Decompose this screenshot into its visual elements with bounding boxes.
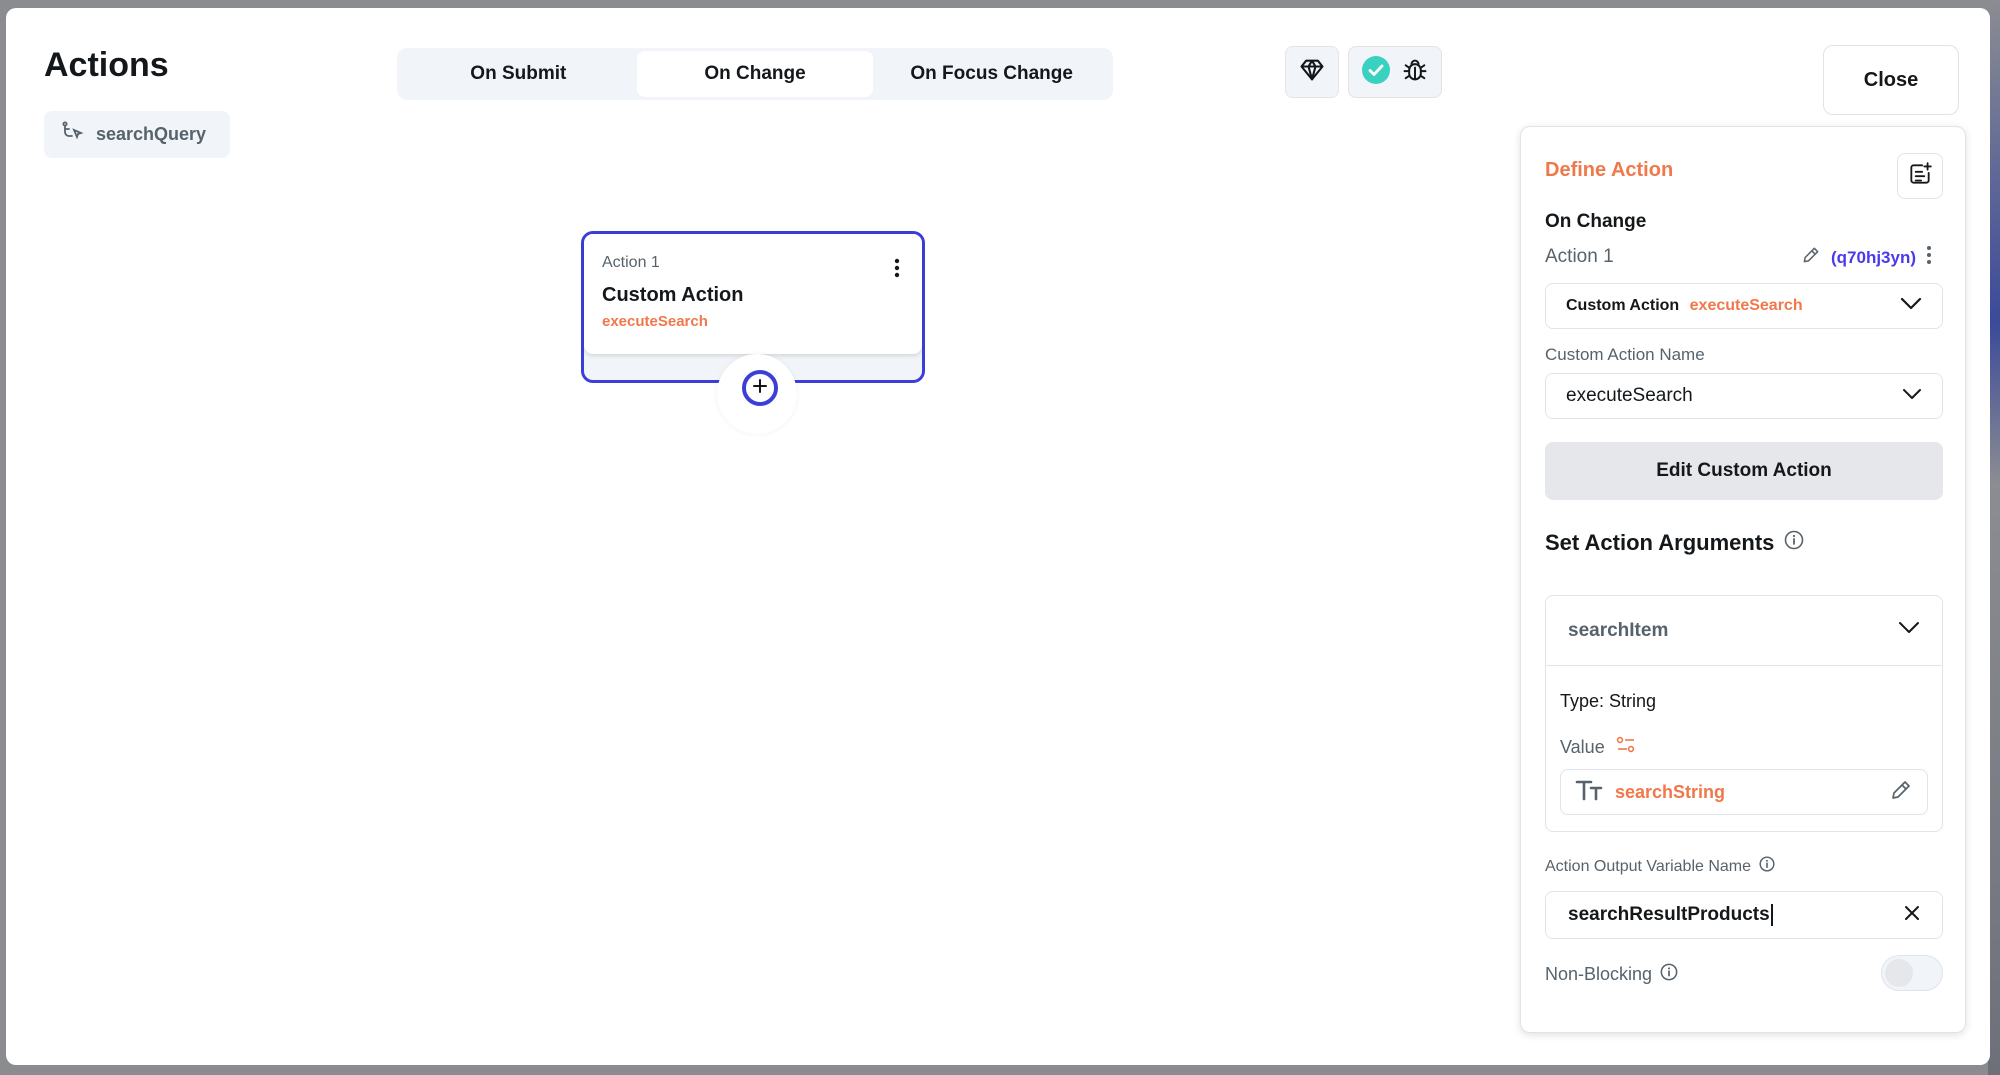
- define-action-panel: Define Action On Change Action 1 (q70hj3…: [1520, 126, 1966, 1033]
- text-type-icon: [1575, 778, 1603, 807]
- argument-name: searchItem: [1568, 619, 1669, 641]
- output-variable-input[interactable]: searchResultProducts: [1545, 891, 1943, 939]
- chevron-down-icon: [1898, 621, 1920, 640]
- widget-chip-label: searchQuery: [96, 124, 207, 144]
- tab-on-submit[interactable]: On Submit: [400, 51, 637, 97]
- widget-tree-icon: [60, 120, 84, 149]
- action-id-row: (q70hj3yn): [1801, 245, 1932, 270]
- non-blocking-label: Non-Blocking: [1545, 964, 1653, 984]
- page-title: Actions: [44, 46, 169, 84]
- argument-value-row: Value: [1560, 734, 1637, 761]
- action-node-index: Action 1: [602, 254, 660, 271]
- info-icon[interactable]: [1784, 530, 1804, 556]
- more-vertical-icon[interactable]: [894, 258, 900, 283]
- close-button[interactable]: Close: [1823, 45, 1959, 115]
- custom-action-name-value: executeSearch: [1566, 385, 1693, 406]
- set-arguments-title: Set Action Arguments: [1545, 530, 1775, 555]
- non-blocking-row: Non-Blocking: [1545, 963, 1678, 986]
- text-cursor: [1770, 904, 1773, 927]
- argument-value: searchString: [1615, 781, 1726, 802]
- actions-modal: Actions searchQuery On Submit On Change …: [6, 8, 1990, 1065]
- tab-on-change[interactable]: On Change: [636, 51, 874, 97]
- output-variable-label: Action Output Variable Name: [1545, 857, 1752, 875]
- argument-header[interactable]: searchItem: [1546, 596, 1942, 666]
- action-node-type: Custom Action: [602, 284, 744, 306]
- status-buttons: [1348, 46, 1442, 98]
- output-variable-value: searchResultProducts: [1568, 903, 1770, 925]
- action-label: Action 1: [1545, 246, 1614, 267]
- argument-type: Type: String: [1560, 691, 1657, 711]
- plus-icon: [752, 378, 768, 399]
- custom-action-name-label: Custom Action Name: [1545, 345, 1705, 364]
- chevron-down-icon: [1900, 297, 1922, 316]
- edit-pencil-icon[interactable]: [1889, 778, 1913, 807]
- notes-button[interactable]: [1897, 153, 1943, 199]
- action-node-card[interactable]: Action 1 Custom Action executeSearch: [584, 234, 922, 354]
- panel-title: Define Action: [1545, 159, 1674, 181]
- chevron-down-icon: [1902, 387, 1922, 405]
- edit-pencil-icon[interactable]: [1801, 245, 1821, 270]
- widget-chip[interactable]: searchQuery: [44, 111, 230, 158]
- edit-custom-action-button[interactable]: Edit Custom Action: [1545, 442, 1943, 500]
- add-action-button[interactable]: [742, 370, 778, 406]
- action-type-value: executeSearch: [1689, 297, 1803, 314]
- output-variable-label-row: Action Output Variable Name: [1545, 856, 1775, 877]
- ai-agent-button[interactable]: [1285, 46, 1339, 98]
- more-vertical-icon[interactable]: [1926, 245, 1932, 270]
- non-blocking-toggle[interactable]: [1881, 955, 1943, 991]
- set-arguments-heading: Set Action Arguments: [1545, 530, 1804, 556]
- custom-action-name-dropdown[interactable]: executeSearch: [1545, 373, 1943, 419]
- note-add-icon: [1907, 161, 1933, 192]
- tab-on-focus-change[interactable]: On Focus Change: [873, 51, 1110, 97]
- variable-settings-icon[interactable]: [1615, 734, 1637, 761]
- trigger-name: On Change: [1545, 211, 1647, 232]
- action-node-name: executeSearch: [602, 313, 708, 330]
- info-icon[interactable]: [1759, 856, 1775, 877]
- toggle-knob: [1885, 959, 1913, 987]
- ai-agent-icon: [1298, 56, 1326, 89]
- trigger-tabs: On Submit On Change On Focus Change: [397, 48, 1113, 100]
- argument-value-label: Value: [1560, 737, 1605, 757]
- info-icon[interactable]: [1660, 963, 1678, 986]
- debug-bug-icon[interactable]: [1401, 56, 1429, 89]
- argument-value-field[interactable]: searchString: [1560, 769, 1928, 815]
- argument-card: searchItem Type: String Value searchStri…: [1545, 595, 1943, 832]
- validation-ok-icon[interactable]: [1361, 55, 1391, 90]
- action-id[interactable]: (q70hj3yn): [1831, 248, 1916, 268]
- action-type-dropdown[interactable]: Custom Action executeSearch: [1545, 283, 1943, 329]
- action-type-label: Custom Action: [1566, 297, 1680, 314]
- clear-icon[interactable]: [1904, 905, 1920, 926]
